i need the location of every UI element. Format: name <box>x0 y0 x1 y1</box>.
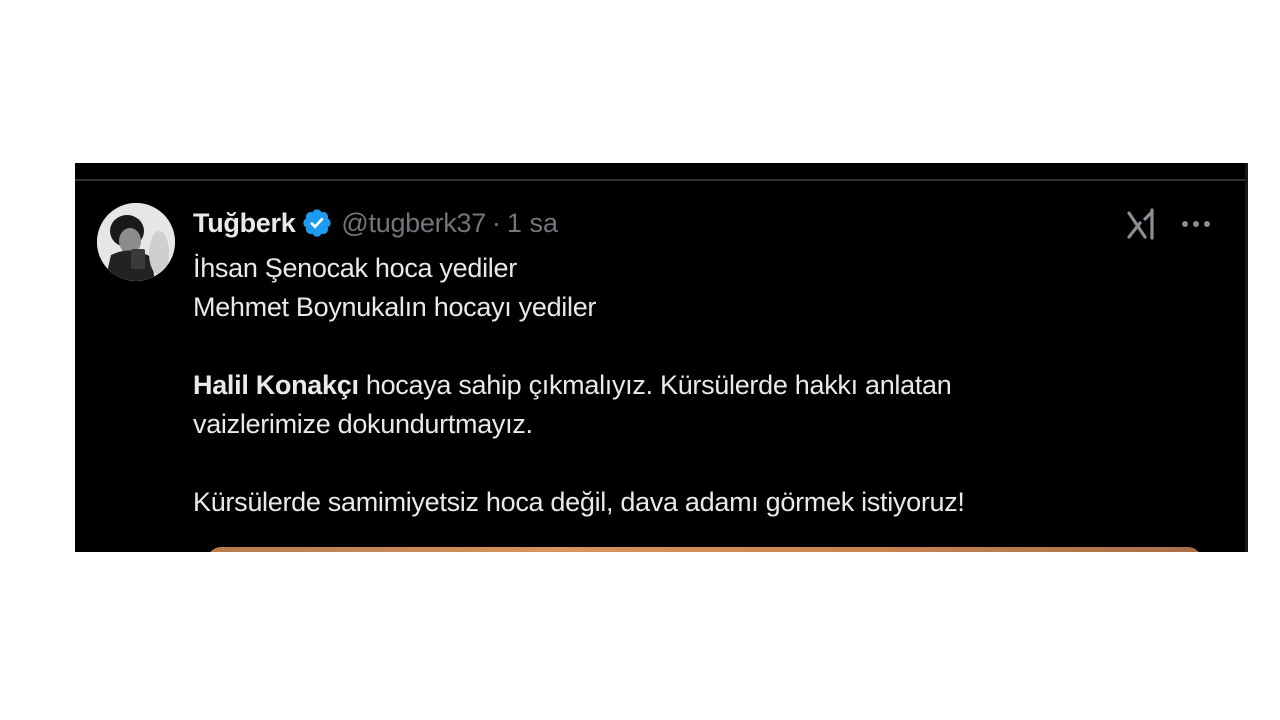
more-options-icon[interactable] <box>1179 211 1213 237</box>
divider <box>75 179 1248 181</box>
tweet-text: İhsan Şenocak hoca yediler Mehmet Boynuk… <box>193 249 1193 522</box>
tweet-card[interactable]: Tuğberk @tugberk37 · 1 sa İhsan Şenocak … <box>75 163 1248 552</box>
separator-dot: · <box>491 207 501 238</box>
avatar-image <box>97 203 175 281</box>
handle[interactable]: @tugberk37 <box>341 208 486 239</box>
avatar[interactable] <box>97 203 175 281</box>
grok-icon[interactable] <box>1125 207 1159 241</box>
tweet-line-rest: hocaya sahip çıkmalıyız. Kürsülerde hakk… <box>358 370 952 400</box>
display-name[interactable]: Tuğberk <box>193 208 296 239</box>
scrollbar-edge <box>1245 163 1248 552</box>
tweet-header: Tuğberk @tugberk37 · 1 sa <box>193 203 558 243</box>
bold-name: Halil Konakçı <box>193 370 359 400</box>
timestamp[interactable]: 1 sa <box>507 208 558 239</box>
tweet-line: vaizlerimize dokundurtmayız. <box>193 409 533 439</box>
verified-badge-icon[interactable] <box>301 207 333 239</box>
tweet-line: Kürsülerde samimiyetsiz hoca değil, dava… <box>193 487 965 517</box>
media-preview[interactable] <box>207 547 1202 552</box>
tweet-line: Mehmet Boynukalın hocayı yediler <box>193 292 597 322</box>
tweet-line: İhsan Şenocak hoca yediler <box>193 253 517 283</box>
tweet-line: Halil Konakçı hocaya sahip çıkmalıyız. K… <box>193 366 1193 405</box>
